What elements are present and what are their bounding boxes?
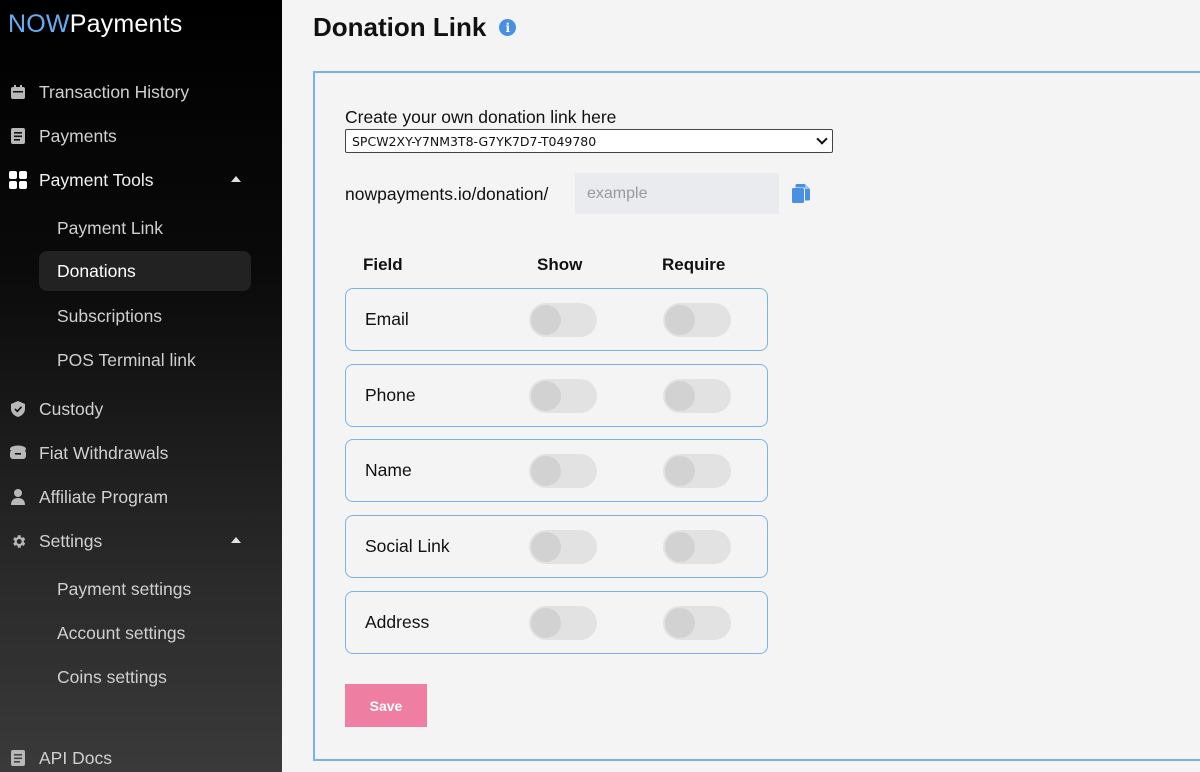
require-toggle[interactable] [663,530,731,564]
field-row-label: Address [365,612,430,632]
show-toggle[interactable] [529,530,597,564]
page-title-text: Donation Link [313,12,487,42]
sidebar-subitem-donations[interactable]: Donations [39,251,251,291]
sidebar-item-payments[interactable]: Payments [0,118,282,154]
sidebar-item-label: Payment Tools [39,169,154,190]
sidebar-item-label: Custody [39,398,104,419]
document-icon [9,127,27,145]
field-row-social-link: Social Link [345,515,768,578]
toggle-knob [665,608,695,638]
user-icon [9,488,27,506]
require-toggle[interactable] [663,303,731,337]
copy-icon[interactable] [792,184,810,204]
sidebar-item-api-docs[interactable]: API Docs [0,740,282,772]
api-key-select-value: SPCW2XY-Y7NM3T8-G7YK7D7-T049780 [352,133,597,149]
grid-icon [9,171,27,189]
logo[interactable]: NOWPayments [8,10,182,39]
chevron-down-icon [816,133,828,145]
field-row-label: Email [365,309,409,329]
api-key-select[interactable]: SPCW2XY-Y7NM3T8-G7YK7D7-T049780 [345,129,833,153]
create-link-label: Create your own donation link here [345,107,617,127]
info-icon[interactable]: i [499,19,517,36]
donation-url-prefix: nowpayments.io/donation/ [345,184,549,204]
show-toggle[interactable] [529,454,597,488]
require-toggle[interactable] [663,606,731,640]
calendar-icon [9,83,27,101]
toggle-knob [665,381,695,411]
require-toggle[interactable] [663,379,731,413]
shield-icon [9,400,27,418]
field-row-label: Social Link [365,536,450,556]
sidebar-item-transaction-history[interactable]: Transaction History [0,74,282,110]
column-header-require: Require [662,255,726,274]
sidebar-subitem-payment-settings[interactable]: Payment settings [39,569,251,609]
sidebar-item-settings[interactable]: Settings [0,523,282,559]
toggle-knob [531,608,561,638]
sidebar-subitem-payment-link[interactable]: Payment Link [39,208,251,248]
field-row-label: Name [365,460,412,480]
show-toggle[interactable] [529,379,597,413]
sidebar-item-payment-tools[interactable]: Payment Tools [0,162,282,198]
sidebar-item-label: Affiliate Program [39,486,169,507]
save-button[interactable]: Save [345,684,427,727]
toggle-knob [665,305,695,335]
field-row-label: Phone [365,385,416,405]
require-toggle[interactable] [663,454,731,488]
gear-icon [9,532,27,550]
sidebar-item-custody[interactable]: Custody [0,391,282,427]
sidebar-item-label: Transaction History [39,81,190,102]
toggle-knob [531,381,561,411]
logo-now: NOW [8,10,70,38]
sidebar-subitem-subscriptions[interactable]: Subscriptions [39,296,251,336]
sidebar-item-label: Payments [39,125,117,146]
field-row-name: Name [345,439,768,502]
document-icon [9,749,27,767]
caret-up-icon[interactable] [231,176,241,182]
donation-slug-placeholder: example [587,184,648,202]
column-header-show: Show [537,255,583,274]
show-toggle[interactable] [529,606,597,640]
sidebar-item-label: Settings [39,530,103,551]
sidebar: NOWPayments Transaction History Payments… [0,0,282,772]
donation-slug-input[interactable]: example [575,173,779,214]
caret-up-icon[interactable] [231,537,241,543]
sidebar-subitem-coins-settings[interactable]: Coins settings [39,657,251,697]
field-row-address: Address [345,591,768,654]
sidebar-subitem-pos-terminal-link[interactable]: POS Terminal link [39,340,251,380]
toggle-knob [531,456,561,486]
field-row-phone: Phone [345,364,768,427]
sidebar-item-fiat-withdrawals[interactable]: Fiat Withdrawals [0,435,282,471]
field-row-email: Email [345,288,768,351]
wallet-icon [9,444,27,462]
sidebar-item-label: API Docs [39,747,112,768]
sidebar-item-affiliate-program[interactable]: Affiliate Program [0,479,282,515]
toggle-knob [665,532,695,562]
toggle-knob [531,305,561,335]
sidebar-item-label: Fiat Withdrawals [39,442,169,463]
toggle-knob [665,456,695,486]
toggle-knob [531,532,561,562]
column-header-field: Field [363,255,403,274]
logo-payments: Payments [69,10,183,38]
page-title: Donation Link i [313,12,517,43]
show-toggle[interactable] [529,303,597,337]
sidebar-subitem-account-settings[interactable]: Account settings [39,613,251,653]
